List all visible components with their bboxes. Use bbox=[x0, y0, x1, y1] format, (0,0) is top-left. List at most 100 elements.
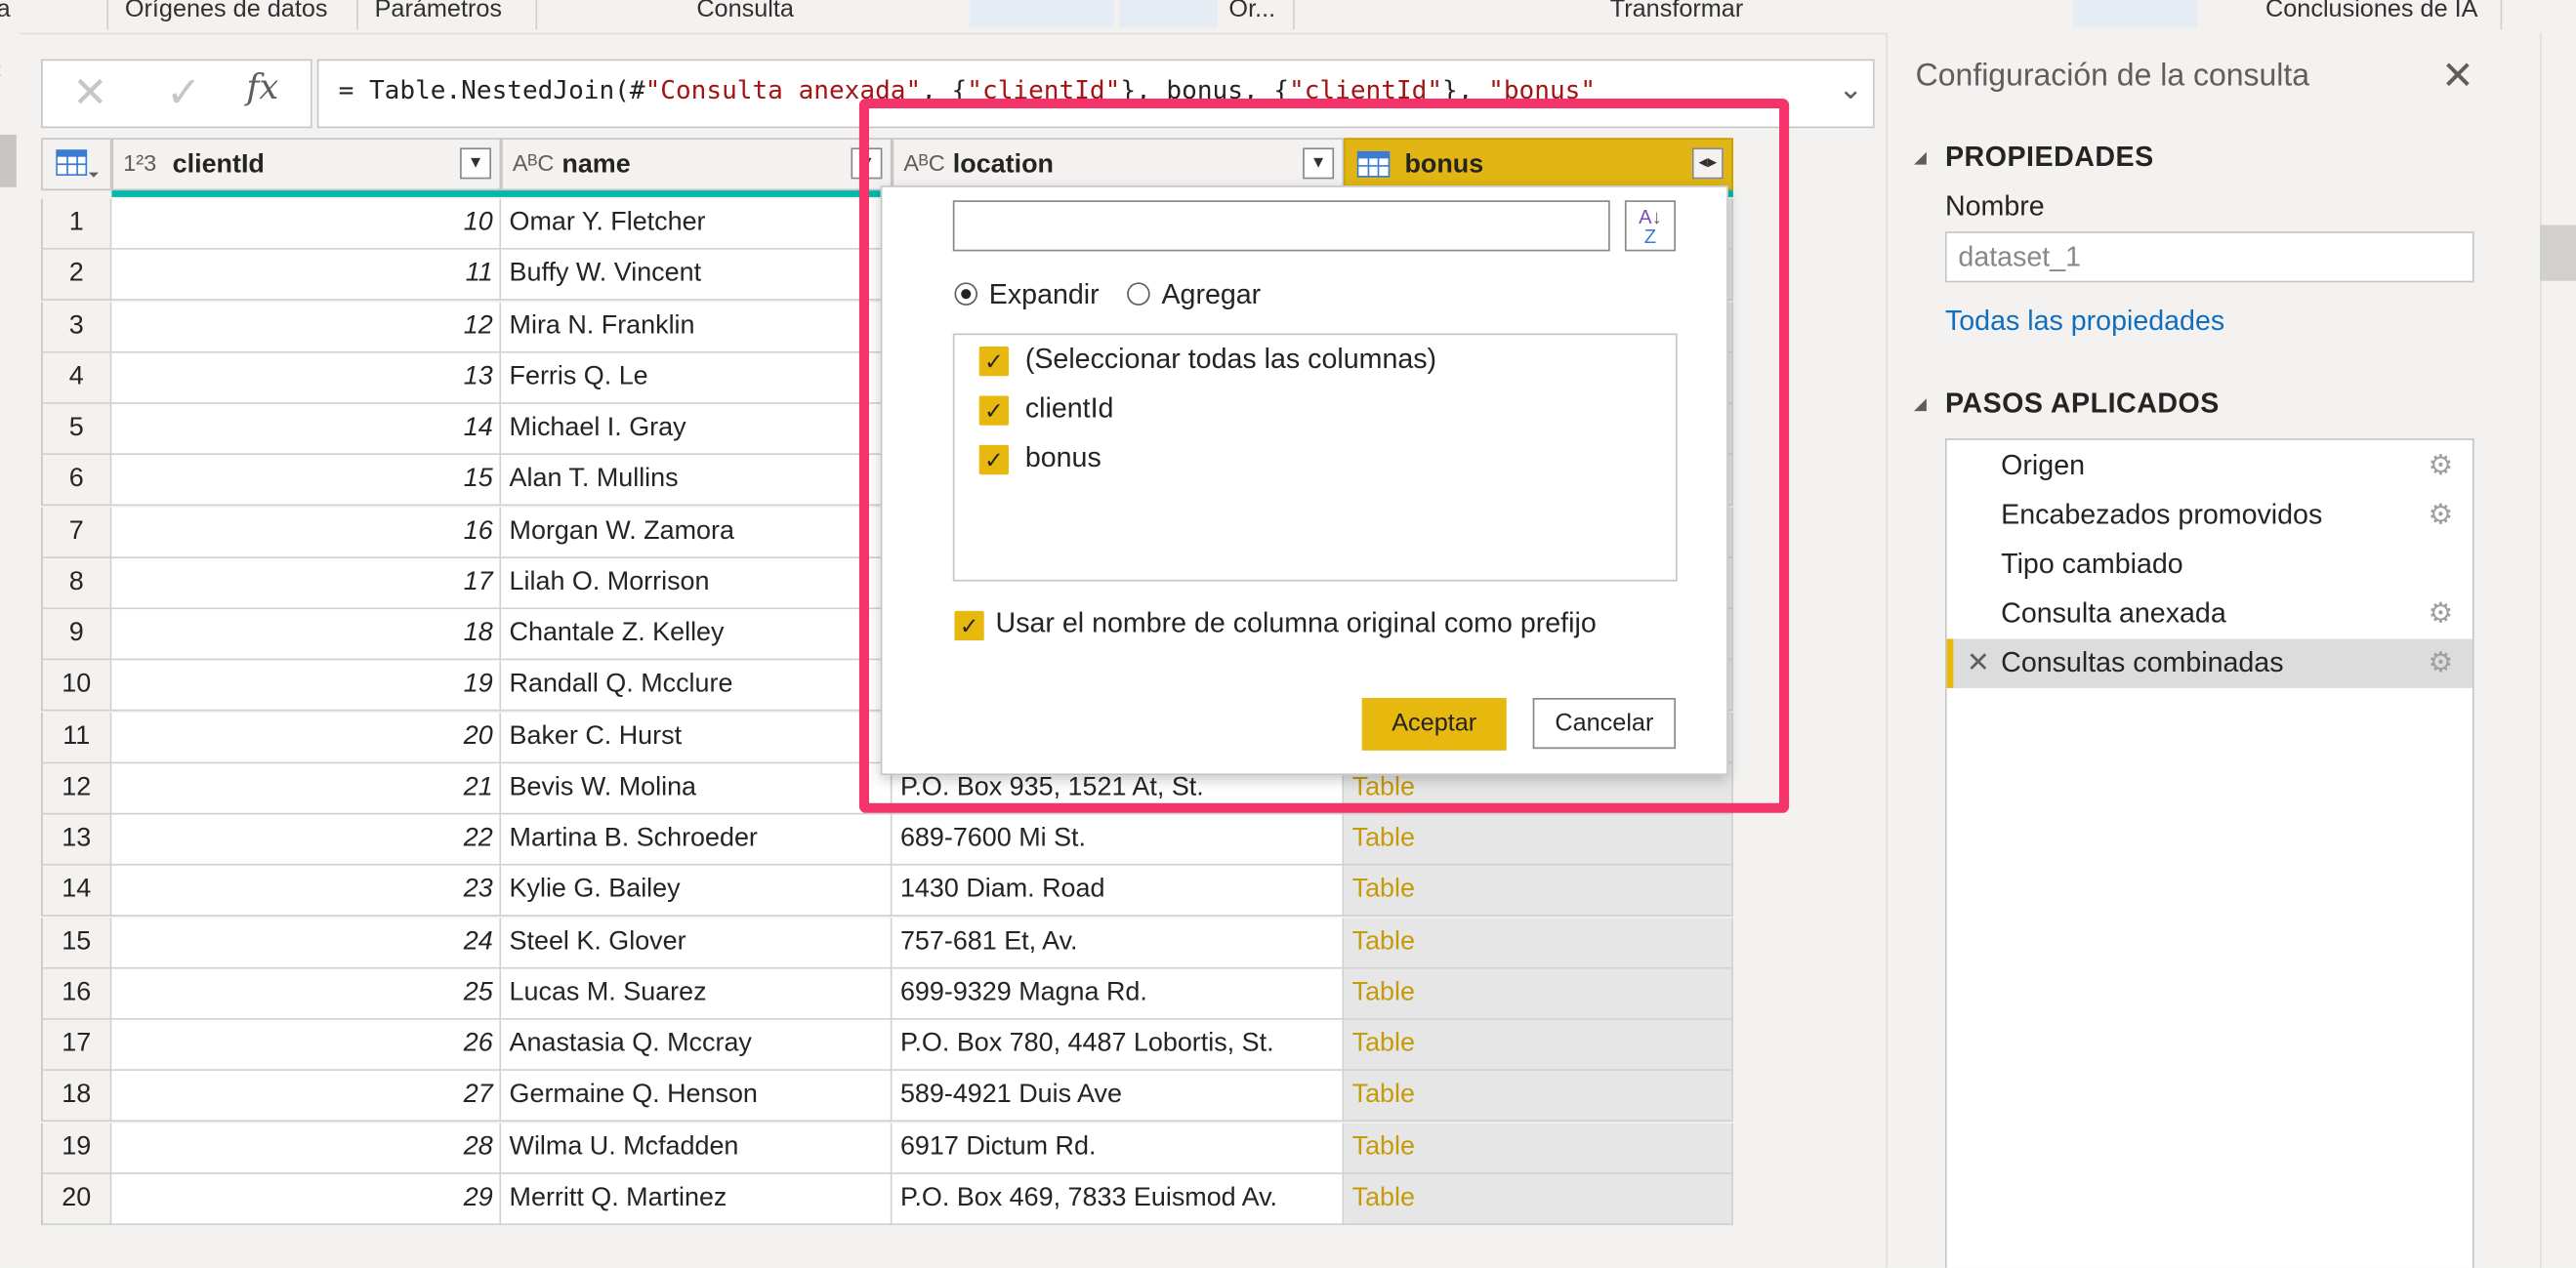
cell-clientid[interactable]: 17 bbox=[111, 557, 502, 609]
cell-name[interactable]: Omar Y. Fletcher bbox=[501, 198, 893, 250]
cell-bonus[interactable]: Table bbox=[1344, 917, 1733, 968]
cell-location[interactable]: 6917 Dictum Rd. bbox=[892, 1122, 1345, 1174]
gear-icon[interactable]: ⚙ bbox=[2429, 442, 2454, 491]
scrollbar-thumb[interactable] bbox=[2539, 225, 2576, 281]
query-name-input[interactable]: dataset_1 bbox=[1944, 231, 2474, 283]
gear-icon[interactable]: ⚙ bbox=[2429, 638, 2454, 687]
cell-clientid[interactable]: 24 bbox=[111, 917, 502, 968]
ribbon-group-transform[interactable]: Transformar bbox=[1610, 0, 1743, 23]
cell-clientid[interactable]: 29 bbox=[111, 1173, 502, 1225]
cell-bonus[interactable]: Table bbox=[1344, 1122, 1733, 1174]
cell-location[interactable]: P.O. Box 780, 4487 Lobortis, St. bbox=[892, 1019, 1345, 1071]
cell-clientid[interactable]: 25 bbox=[111, 968, 502, 1020]
ribbon-group-parameters[interactable]: Parámetros bbox=[375, 0, 502, 23]
cell-clientid[interactable]: 22 bbox=[111, 814, 502, 866]
function-icon[interactable]: fx bbox=[246, 67, 278, 106]
cell-location[interactable]: 589-4921 Duis Ave bbox=[892, 1071, 1345, 1123]
cell-name[interactable]: Anastasia Q. Mccray bbox=[501, 1019, 893, 1071]
cell-name[interactable]: Morgan W. Zamora bbox=[501, 507, 893, 558]
step-tipo-cambiado[interactable]: Tipo cambiado bbox=[1947, 541, 2472, 590]
cell-clientid[interactable]: 27 bbox=[111, 1071, 502, 1123]
table-row: 13 22 Martina B. Schroeder 689-7600 Mi St. T… bbox=[41, 814, 1733, 866]
ribbon-group-query[interactable]: Consulta bbox=[696, 0, 794, 23]
name-label: Nombre bbox=[1944, 190, 2045, 223]
gear-icon[interactable]: ⚙ bbox=[2429, 491, 2454, 540]
properties-header[interactable]: PROPIEDADES bbox=[1945, 142, 2154, 175]
cell-clientid[interactable]: 20 bbox=[111, 712, 502, 763]
cell-clientid[interactable]: 23 bbox=[111, 866, 502, 918]
text-type-icon[interactable]: AᴮC bbox=[513, 149, 555, 176]
collapse-queries-icon[interactable]: ‹ bbox=[0, 56, 2, 84]
cell-clientid[interactable]: 28 bbox=[111, 1122, 502, 1174]
row-number: 19 bbox=[41, 1122, 112, 1174]
cell-name[interactable]: Steel K. Glover bbox=[501, 917, 893, 968]
cell-name[interactable]: Wilma U. Mcfadden bbox=[501, 1122, 893, 1174]
cell-clientid[interactable]: 11 bbox=[111, 250, 502, 302]
close-icon[interactable]: ✕ bbox=[2441, 53, 2474, 101]
cell-bonus[interactable]: Table bbox=[1344, 866, 1733, 918]
cell-location[interactable]: 699-9329 Magna Rd. bbox=[892, 968, 1345, 1020]
row-number: 4 bbox=[41, 352, 112, 404]
filter-dropdown-icon[interactable]: ▼ bbox=[460, 147, 492, 180]
cell-clientid[interactable]: 21 bbox=[111, 762, 502, 815]
cell-location[interactable]: 757-681 Et, Av. bbox=[892, 917, 1345, 968]
step-encabezados-promovidos[interactable]: Encabezados promovidos ⚙ bbox=[1947, 491, 2472, 540]
column-header-clientid[interactable]: 1²3 clientId ▼ bbox=[111, 138, 502, 191]
whole-number-type-icon[interactable]: 1²3 bbox=[123, 149, 156, 176]
step-origen[interactable]: Origen ⚙ bbox=[1947, 442, 2472, 491]
cell-location[interactable]: 1430 Diam. Road bbox=[892, 866, 1345, 918]
row-number: 1 bbox=[41, 198, 112, 250]
cell-name[interactable]: Merritt Q. Martinez bbox=[501, 1173, 893, 1225]
cell-name[interactable]: Baker C. Hurst bbox=[501, 712, 893, 763]
collapse-steps-icon[interactable]: ◢ bbox=[1914, 395, 1927, 414]
cell-name[interactable]: Lucas M. Suarez bbox=[501, 968, 893, 1020]
cell-clientid[interactable]: 10 bbox=[111, 198, 502, 250]
cell-name[interactable]: Germaine Q. Henson bbox=[501, 1071, 893, 1123]
cell-name[interactable]: Randall Q. Mcclure bbox=[501, 660, 893, 712]
cell-clientid[interactable]: 12 bbox=[111, 301, 502, 352]
ribbon-group-ai-insights[interactable]: Conclusiones de IA bbox=[2265, 0, 2477, 23]
gear-icon[interactable]: ⚙ bbox=[2429, 590, 2454, 638]
cell-bonus[interactable]: Table bbox=[1344, 814, 1733, 866]
step-consulta-anexada[interactable]: Consulta anexada ⚙ bbox=[1947, 590, 2472, 638]
annotation-highlight-box bbox=[858, 98, 1790, 813]
table-menu-button[interactable] bbox=[41, 138, 112, 191]
cell-name[interactable]: Bevis W. Molina bbox=[501, 762, 893, 815]
column-header-name[interactable]: AᴮC name ▼ bbox=[501, 138, 893, 191]
cell-bonus[interactable]: Table bbox=[1344, 1071, 1733, 1123]
applied-steps-header[interactable]: PASOS APLICADOS bbox=[1945, 388, 2220, 421]
step-consultas-combinadas[interactable]: ✕ Consultas combinadas ⚙ bbox=[1946, 638, 2473, 688]
collapse-properties-icon[interactable]: ◢ bbox=[1914, 149, 1927, 168]
all-properties-link[interactable]: Todas las propiedades bbox=[1945, 306, 2224, 339]
commit-formula-icon[interactable]: ✓ bbox=[166, 67, 202, 118]
cell-clientid[interactable]: 18 bbox=[111, 609, 502, 661]
row-number: 12 bbox=[41, 762, 112, 815]
cell-name[interactable]: Buffy W. Vincent bbox=[501, 250, 893, 302]
cell-bonus[interactable]: Table bbox=[1344, 1173, 1733, 1225]
cell-name[interactable]: Alan T. Mullins bbox=[501, 455, 893, 507]
cell-location[interactable]: P.O. Box 469, 7833 Euismod Av. bbox=[892, 1173, 1345, 1225]
cell-clientid[interactable]: 16 bbox=[111, 507, 502, 558]
cell-clientid[interactable]: 26 bbox=[111, 1019, 502, 1071]
cancel-formula-icon[interactable]: ✕ bbox=[72, 67, 108, 118]
cell-bonus[interactable]: Table bbox=[1344, 968, 1733, 1020]
cell-location[interactable]: 689-7600 Mi St. bbox=[892, 814, 1345, 866]
cell-clientid[interactable]: 19 bbox=[111, 660, 502, 712]
cell-name[interactable]: Kylie G. Bailey bbox=[501, 866, 893, 918]
cell-name[interactable]: Chantale Z. Kelley bbox=[501, 609, 893, 661]
cell-name[interactable]: Michael I. Gray bbox=[501, 403, 893, 456]
cell-name[interactable]: Martina B. Schroeder bbox=[501, 814, 893, 866]
ribbon-group-organize[interactable]: Or... bbox=[1228, 0, 1275, 23]
cell-name[interactable]: Ferris Q. Le bbox=[501, 352, 893, 404]
cell-clientid[interactable]: 13 bbox=[111, 352, 502, 404]
cell-name[interactable]: Mira N. Franklin bbox=[501, 301, 893, 352]
cell-clientid[interactable]: 15 bbox=[111, 455, 502, 507]
cell-bonus[interactable]: Table bbox=[1344, 1019, 1733, 1071]
query-settings-pane: Configuración de la consulta ✕ ◢ PROPIED… bbox=[1886, 32, 2542, 1268]
delete-step-icon[interactable]: ✕ bbox=[1967, 638, 1990, 687]
cell-name[interactable]: Lilah O. Morrison bbox=[501, 557, 893, 609]
expand-formula-icon[interactable]: ⌄ bbox=[1838, 72, 1862, 106]
ribbon-group-data-sources[interactable]: Orígenes de datos bbox=[125, 0, 328, 23]
cell-clientid[interactable]: 14 bbox=[111, 403, 502, 456]
vertical-scrollbar[interactable] bbox=[2539, 32, 2576, 1268]
